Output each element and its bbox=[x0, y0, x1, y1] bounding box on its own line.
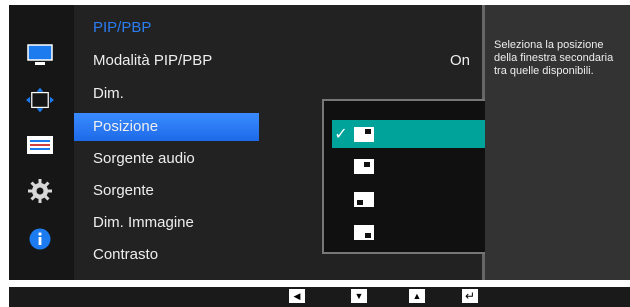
monitor-icon[interactable] bbox=[26, 43, 54, 67]
gear-icon[interactable] bbox=[26, 179, 54, 203]
menu-title: PIP/PBP bbox=[93, 19, 152, 36]
menu-item-contrast[interactable]: Contrasto bbox=[74, 241, 259, 269]
pip-pbp-mode-value: On bbox=[449, 52, 470, 69]
checkmark-icon: ✓ bbox=[334, 126, 348, 143]
sliders-icon[interactable] bbox=[26, 133, 54, 157]
menu-item-pip-pbp-mode[interactable]: Modalità PIP/PBP bbox=[74, 47, 259, 75]
screen-top-right-alt-icon bbox=[354, 158, 374, 174]
info-panel: Seleziona la posizione della finestra se… bbox=[485, 5, 630, 280]
left-arrow-icon[interactable]: ◀ bbox=[289, 289, 305, 303]
osd-menu: PIP/PBP Modalità PIP/PBP On Dim. Posizio… bbox=[9, 5, 630, 280]
menu-item-image-size[interactable]: Dim. Immagine bbox=[74, 209, 259, 237]
menu-item-source[interactable]: Sorgente bbox=[74, 177, 259, 205]
screen-top-right-icon bbox=[354, 126, 374, 142]
sidebar bbox=[9, 5, 74, 280]
info-icon[interactable] bbox=[26, 227, 54, 251]
up-arrow-icon[interactable]: ▲ bbox=[409, 289, 425, 303]
pip-pbp-menu: PIP/PBP Modalità PIP/PBP On Dim. Posizio… bbox=[74, 5, 537, 280]
menu-item-audio-source[interactable]: Sorgente audio bbox=[74, 145, 259, 173]
move-arrows-icon[interactable] bbox=[26, 87, 54, 113]
screen-bottom-right-icon bbox=[354, 224, 374, 240]
footer-button-bar: ◀ ▼ ▲ ↵ bbox=[9, 287, 630, 307]
menu-item-size[interactable]: Dim. bbox=[74, 80, 259, 108]
down-arrow-icon[interactable]: ▼ bbox=[351, 289, 367, 303]
screen-bottom-left-icon bbox=[354, 191, 374, 207]
menu-item-position[interactable]: Posizione bbox=[74, 113, 259, 141]
enter-icon[interactable]: ↵ bbox=[462, 289, 478, 303]
info-description: Seleziona la posizione della finestra se… bbox=[494, 39, 614, 77]
